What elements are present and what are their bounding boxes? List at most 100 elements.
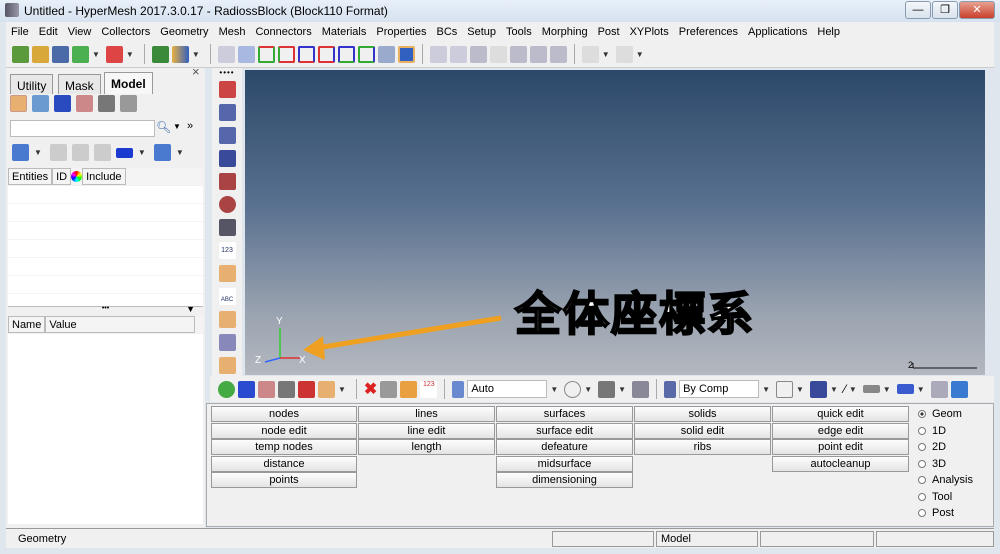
measure-icon[interactable] <box>218 265 236 282</box>
entity-list[interactable] <box>8 186 203 306</box>
label-abc-highlight-icon[interactable] <box>218 311 236 328</box>
geometry-display-select[interactable]: Auto <box>467 380 548 398</box>
panel-button-temp-nodes[interactable]: temp nodes <box>211 439 357 455</box>
label-abc-icon[interactable]: ABC <box>218 288 236 305</box>
panel-button-line-edit[interactable]: line edit <box>358 422 495 439</box>
3d-solid-icon[interactable] <box>896 384 914 394</box>
menu-help[interactable]: Help <box>812 26 845 38</box>
search-dropdown-icon[interactable]: ▼ <box>173 122 181 131</box>
menu-geometry[interactable]: Geometry <box>155 26 213 38</box>
save-model-icon[interactable] <box>52 45 69 63</box>
shaded-solid-icon[interactable] <box>632 380 650 398</box>
radio-icon[interactable] <box>918 443 926 451</box>
find-icon[interactable] <box>218 127 236 144</box>
radio-icon[interactable] <box>918 509 926 517</box>
panel-button-quick-edit[interactable]: quick edit <box>772 406 909 422</box>
results-folder-icon[interactable] <box>171 45 189 63</box>
open-model-icon[interactable] <box>32 45 49 63</box>
unmask-icon[interactable] <box>218 104 236 121</box>
eye-isolate-icon[interactable] <box>93 144 111 161</box>
shaded-surface-icon[interactable] <box>598 380 616 398</box>
1d-line-icon[interactable]: ⁄ <box>844 382 846 396</box>
column-value[interactable]: Value <box>45 316 196 333</box>
monitor-icon[interactable] <box>950 380 968 398</box>
mode-radio-1d[interactable]: 1D <box>918 425 946 437</box>
reverse-display-icon[interactable] <box>218 173 236 190</box>
solid-icon[interactable] <box>238 380 255 398</box>
export-icon[interactable] <box>105 45 123 63</box>
panel-button-ribs[interactable]: ribs <box>634 439 771 455</box>
view-xz-right-icon[interactable] <box>317 45 335 63</box>
load-folder-icon[interactable] <box>298 380 315 398</box>
component-view-icon[interactable] <box>10 95 27 112</box>
panel-button-solids[interactable]: solids <box>634 406 771 422</box>
panel-button-autocleanup[interactable]: autocleanup <box>772 455 909 472</box>
panel-button-lines[interactable]: lines <box>358 406 495 422</box>
property-folder-icon[interactable] <box>278 380 295 398</box>
wireframe-surface-icon[interactable] <box>564 380 582 398</box>
panel-button-points[interactable]: points <box>211 472 357 488</box>
explode-icon[interactable] <box>930 380 948 398</box>
radio-icon[interactable] <box>918 410 926 418</box>
radio-icon[interactable] <box>918 426 926 435</box>
show-all-icon[interactable] <box>218 150 236 167</box>
panel-button-nodes[interactable]: nodes <box>211 406 357 422</box>
view-xz-left-icon[interactable] <box>297 45 315 63</box>
mask-icon[interactable] <box>218 81 236 98</box>
clip-icon[interactable] <box>218 196 236 213</box>
zoom-out-icon[interactable] <box>429 45 447 63</box>
show-entity-icon[interactable] <box>12 144 29 161</box>
menu-preferences[interactable]: Preferences <box>674 26 743 38</box>
system-folder-icon[interactable] <box>318 380 335 398</box>
2d-plane-icon[interactable] <box>862 385 880 393</box>
renumber-icon[interactable]: 123 <box>420 380 438 398</box>
hand-icon[interactable] <box>489 45 507 63</box>
material-icon[interactable] <box>54 95 71 112</box>
menu-tools[interactable]: Tools <box>501 26 537 38</box>
radio-icon[interactable] <box>918 476 926 484</box>
mode-radio-geom[interactable]: Geom <box>918 408 962 420</box>
tab-model[interactable]: Model <box>104 72 153 94</box>
attribute-list[interactable] <box>8 334 203 524</box>
mode-radio-analysis[interactable]: Analysis <box>918 474 973 486</box>
panel-button-distance[interactable]: distance <box>211 455 357 472</box>
mode-radio-tool[interactable]: Tool <box>918 491 952 503</box>
organize-icon[interactable] <box>400 380 418 398</box>
menu-connectors[interactable]: Connectors <box>250 26 316 38</box>
color-mode-select[interactable]: By Comp <box>679 380 760 398</box>
browser-search-input[interactable] <box>10 120 155 137</box>
hide-icon[interactable] <box>380 380 398 398</box>
display-mode-icon[interactable] <box>115 147 133 158</box>
panel-button-point-edit[interactable]: point edit <box>772 439 909 455</box>
panel-button-surfaces[interactable]: surfaces <box>496 406 633 422</box>
menu-edit[interactable]: Edit <box>34 26 63 38</box>
expand-chevron-icon[interactable]: » <box>187 120 193 132</box>
menu-materials[interactable]: Materials <box>317 26 372 38</box>
splitter-handle[interactable]: ••• ▼ <box>8 305 203 314</box>
color-mode-icon[interactable] <box>153 144 171 161</box>
binoculars-icon[interactable] <box>218 219 236 236</box>
close-panel-icon[interactable]: × <box>192 64 200 79</box>
import-icon[interactable] <box>72 45 89 63</box>
panel-button-solid-edit[interactable]: solid edit <box>634 422 771 439</box>
menu-morphing[interactable]: Morphing <box>537 26 593 38</box>
view-yz-back-icon[interactable] <box>357 45 375 63</box>
menu-post[interactable]: Post <box>593 26 625 38</box>
panel-button-dimensioning[interactable]: dimensioning <box>496 472 633 488</box>
entity-state-icon[interactable] <box>218 334 236 351</box>
element-wireframe-icon[interactable] <box>776 380 794 398</box>
move-vertical-icon[interactable] <box>529 45 547 63</box>
mode-radio-post[interactable]: Post <box>918 507 954 519</box>
undo-icon[interactable] <box>581 45 599 63</box>
panel-button-surface-edit[interactable]: surface edit <box>496 422 633 439</box>
menu-bcs[interactable]: BCs <box>432 26 463 38</box>
element-shaded-icon[interactable] <box>809 380 827 398</box>
system-icon[interactable] <box>120 95 137 112</box>
minimize-button[interactable]: — <box>905 1 931 19</box>
radio-icon[interactable] <box>918 459 926 468</box>
menu-view[interactable]: View <box>63 26 97 38</box>
eye-show-icon[interactable] <box>49 144 67 161</box>
menu-xyplots[interactable]: XYPlots <box>625 26 674 38</box>
menu-applications[interactable]: Applications <box>743 26 812 38</box>
mode-radio-3d[interactable]: 3D <box>918 458 946 470</box>
